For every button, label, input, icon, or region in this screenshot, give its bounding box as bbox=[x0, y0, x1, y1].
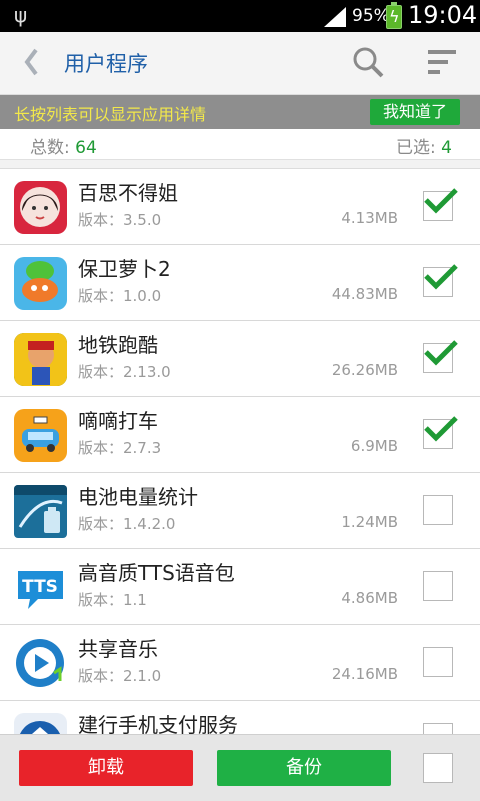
app-size: 24.16MB bbox=[331, 665, 398, 683]
ccb-icon bbox=[14, 713, 67, 734]
baisi-icon bbox=[14, 181, 67, 234]
selected-count: 已选: 4 bbox=[396, 138, 452, 158]
app-name: 嘀嘀打车 bbox=[78, 409, 158, 433]
app-size: 44.83MB bbox=[331, 285, 398, 303]
app-checkbox[interactable] bbox=[423, 647, 453, 677]
page-title: 用户程序 bbox=[64, 52, 148, 76]
music-share-icon bbox=[14, 637, 67, 690]
select-all-checkbox[interactable] bbox=[423, 753, 453, 783]
app-version: 版本：1.4.2.0 bbox=[78, 515, 176, 533]
app-name: 地铁跑酷 bbox=[78, 333, 158, 357]
app-checkbox[interactable] bbox=[423, 416, 458, 449]
list-item[interactable]: 共享音乐 版本：2.1.0 24.16MB bbox=[0, 625, 480, 701]
clock: 19:04 bbox=[408, 1, 478, 29]
checkmark-icon bbox=[424, 264, 458, 290]
app-name: 电池电量统计 bbox=[78, 485, 198, 509]
app-checkbox[interactable] bbox=[423, 571, 453, 601]
list-item[interactable]: 百思不得姐 版本：3.5.0 4.13MB bbox=[0, 169, 480, 245]
list-item[interactable]: 建行手机支付服务 bbox=[0, 701, 480, 734]
app-version: 版本：1.0.0 bbox=[78, 287, 162, 305]
signal-icon bbox=[324, 7, 346, 27]
back-arrow-icon[interactable] bbox=[20, 44, 44, 80]
app-size: 4.13MB bbox=[341, 209, 398, 227]
app-version: 版本：2.1.0 bbox=[78, 667, 162, 685]
app-version: 版本：2.7.3 bbox=[78, 439, 162, 457]
uninstall-button[interactable]: 卸载 bbox=[19, 750, 193, 786]
app-size: 1.24MB bbox=[341, 513, 398, 531]
app-version: 版本：2.13.0 bbox=[78, 363, 171, 381]
checkmark-icon bbox=[424, 340, 458, 366]
tts-icon: TTS bbox=[14, 561, 67, 614]
app-version: 版本：1.1 bbox=[78, 591, 147, 609]
app-size: 4.86MB bbox=[341, 589, 398, 607]
checkmark-icon bbox=[424, 188, 458, 214]
usb-icon: ψ bbox=[14, 3, 28, 27]
subway-surfers-icon bbox=[14, 333, 67, 386]
summary-bar: 总数: 64 已选: 4 bbox=[0, 129, 480, 160]
app-name: 共享音乐 bbox=[78, 637, 158, 661]
app-checkbox[interactable] bbox=[423, 723, 453, 734]
app-checkbox[interactable] bbox=[423, 495, 453, 525]
total-count: 总数: 64 bbox=[30, 138, 97, 158]
tip-bar: 长按列表可以显示应用详情 我知道了 bbox=[0, 95, 480, 129]
list-item[interactable]: 地铁跑酷 版本：2.13.0 26.26MB bbox=[0, 321, 480, 397]
list-item[interactable]: 嘀嘀打车 版本：2.7.3 6.9MB bbox=[0, 397, 480, 473]
app-list[interactable]: 百思不得姐 版本：3.5.0 4.13MB 保卫萝卜2 版本：1.0.0 44.… bbox=[0, 169, 480, 734]
checkmark-icon bbox=[424, 416, 458, 442]
backup-button[interactable]: 备份 bbox=[217, 750, 391, 786]
list-item[interactable]: 保卫萝卜2 版本：1.0.0 44.83MB bbox=[0, 245, 480, 321]
app-name: 建行手机支付服务 bbox=[78, 713, 238, 734]
app-size: 26.26MB bbox=[331, 361, 398, 379]
dismiss-tip-button[interactable]: 我知道了 bbox=[370, 99, 460, 125]
app-checkbox[interactable] bbox=[423, 340, 458, 373]
status-bar: ψ 95% ϟ 19:04 bbox=[0, 0, 480, 32]
tip-text: 长按列表可以显示应用详情 bbox=[14, 105, 207, 124]
list-item[interactable]: TTS 高音质TTS语音包 版本：1.1 4.86MB bbox=[0, 549, 480, 625]
app-name: 高音质TTS语音包 bbox=[78, 561, 235, 585]
battery-percent: 95% bbox=[352, 6, 390, 26]
app-name: 百思不得姐 bbox=[78, 181, 178, 205]
app-header: 用户程序 bbox=[0, 32, 480, 95]
search-icon[interactable] bbox=[352, 46, 384, 78]
taxi-icon bbox=[14, 409, 67, 462]
app-checkbox[interactable] bbox=[423, 264, 458, 297]
sort-icon[interactable] bbox=[428, 50, 456, 74]
battery-icon: ϟ bbox=[386, 2, 402, 29]
divider bbox=[0, 160, 480, 169]
app-size: 6.9MB bbox=[350, 437, 398, 455]
app-version: 版本：3.5.0 bbox=[78, 211, 162, 229]
app-name: 保卫萝卜2 bbox=[78, 257, 171, 281]
bottom-action-bar: 卸载 备份 bbox=[0, 734, 480, 801]
svg-text:TTS: TTS bbox=[22, 577, 58, 597]
carrot-icon bbox=[14, 257, 67, 310]
list-item[interactable]: 电池电量统计 版本：1.4.2.0 1.24MB bbox=[0, 473, 480, 549]
battery-stats-icon bbox=[14, 485, 67, 538]
app-checkbox[interactable] bbox=[423, 188, 458, 221]
